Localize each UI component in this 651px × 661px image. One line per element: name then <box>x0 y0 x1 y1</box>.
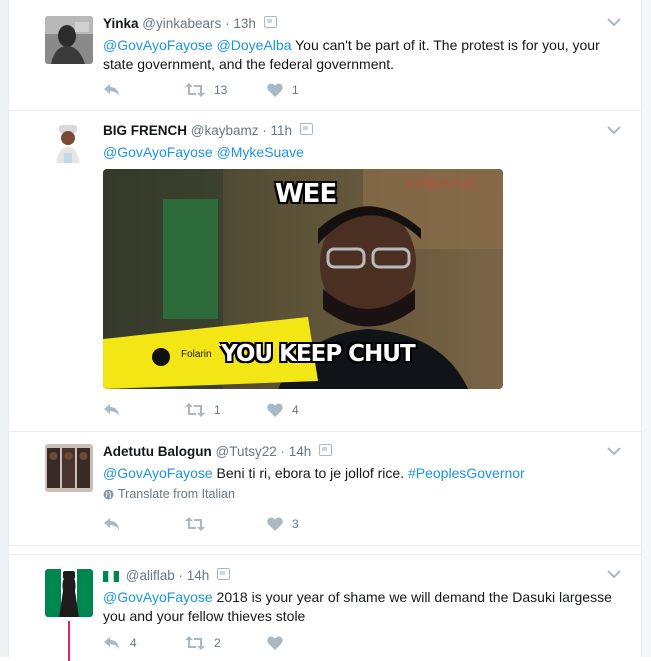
translate-label: Translate from Italian <box>118 487 235 501</box>
reply-count: 4 <box>130 636 137 650</box>
user-handle[interactable]: @yinkabears <box>142 16 221 31</box>
like-icon <box>267 403 283 417</box>
tweet-text: @GovAyoFayose 2018 is your year of shame… <box>103 588 617 626</box>
separator: · <box>280 444 286 459</box>
retweet-button[interactable] <box>185 517 267 531</box>
reply-button[interactable] <box>103 83 185 97</box>
watermark-text: notjustok <box>405 175 477 192</box>
mention-link[interactable]: @DoyeAlba <box>217 37 292 53</box>
meme-top-text: WEE <box>275 179 337 209</box>
globe-icon <box>103 489 114 499</box>
tweet-body: Beni ti ri, ebora to je jollof rice. <box>212 465 408 481</box>
mention-link[interactable]: @GovAyoFayose <box>103 465 213 481</box>
tweet-aliflab[interactable]: @aliflab · 14h @GovAyoFayose 2018 is you… <box>9 554 641 661</box>
like-icon <box>267 83 283 97</box>
separator: · <box>178 568 184 583</box>
tweet-big-french[interactable]: BIG FRENCH @kaybamz · 11h @GovAyoFayose … <box>9 111 641 432</box>
user-handle[interactable]: @aliflab <box>126 568 175 583</box>
retweet-count: 13 <box>214 83 228 97</box>
meme-brand-text: Folarin <box>181 349 212 360</box>
separator: · <box>225 16 230 31</box>
tweet-header: BIG FRENCH @kaybamz · 11h <box>103 122 617 140</box>
user-handle[interactable]: @Tutsy22 <box>216 444 277 459</box>
meme-bottom-text: YOU KEEP CHUT <box>221 341 416 367</box>
like-icon <box>267 636 283 650</box>
avatar[interactable] <box>45 16 93 64</box>
reply-icon <box>104 518 119 530</box>
device-icon <box>217 568 231 580</box>
reply-button[interactable] <box>103 517 185 531</box>
retweet-count: 1 <box>214 403 221 417</box>
thread-line <box>68 621 70 661</box>
reply-icon <box>104 404 119 416</box>
timeline: Yinka @yinkabears · 13h @GovAyoFayose @D… <box>8 0 642 661</box>
like-button[interactable]: 4 <box>267 403 349 417</box>
tweet-actions: 3 <box>103 514 349 534</box>
timestamp[interactable]: 11h <box>271 123 293 138</box>
display-name[interactable]: Yinka <box>103 16 139 31</box>
retweet-icon <box>185 636 205 650</box>
mention-link[interactable]: @GovAyoFayose <box>103 589 213 605</box>
tweet-media-image[interactable]: WEE notjustok Folarin YOU KEEP CHUT <box>103 169 503 389</box>
tweet-text: @GovAyoFayose Beni ti ri, ebora to je jo… <box>103 464 617 483</box>
background-edge-left <box>0 0 8 657</box>
tweet-yinka[interactable]: Yinka @yinkabears · 13h @GovAyoFayose @D… <box>9 0 641 111</box>
tweet-header: @aliflab · 14h <box>103 567 617 585</box>
tweet-actions: 13 1 <box>103 80 349 100</box>
device-icon <box>299 123 313 135</box>
reply-button[interactable]: 4 <box>103 636 185 650</box>
tweet-header: Yinka @yinkabears · 13h <box>103 15 617 33</box>
avatar[interactable] <box>45 569 93 617</box>
timestamp[interactable]: 14h <box>187 568 210 583</box>
display-name[interactable]: BIG FRENCH <box>103 123 187 138</box>
like-button[interactable]: 3 <box>267 517 349 531</box>
reply-icon <box>104 84 119 96</box>
hashtag-link[interactable]: #PeoplesGovernor <box>408 465 525 481</box>
retweet-icon <box>185 517 205 531</box>
like-count: 3 <box>292 517 299 531</box>
reply-button[interactable] <box>103 403 185 417</box>
like-button[interactable] <box>267 636 349 650</box>
retweet-button[interactable]: 1 <box>185 403 267 417</box>
tweet-text: @GovAyoFayose @DoyeAlba You can't be par… <box>103 36 617 74</box>
translate-link[interactable]: Translate from Italian <box>103 487 617 501</box>
like-count: 1 <box>292 83 299 97</box>
retweet-icon <box>185 403 205 417</box>
tweet-text: @GovAyoFayose @MykeSuave <box>103 143 617 162</box>
timestamp[interactable]: 14h <box>289 444 312 459</box>
display-name[interactable]: Adetutu Balogun <box>103 444 212 459</box>
reply-icon <box>104 637 119 649</box>
retweet-button[interactable]: 13 <box>185 83 267 97</box>
retweet-count: 2 <box>214 636 221 650</box>
mention-link[interactable]: @MykeSuave <box>217 144 304 160</box>
avatar[interactable] <box>53 123 83 167</box>
mention-link[interactable]: @GovAyoFayose <box>103 37 213 53</box>
nigeria-flag-icon <box>103 571 119 582</box>
tweet-header: Adetutu Balogun @Tutsy22 · 14h <box>103 443 617 461</box>
device-icon <box>263 16 277 28</box>
mention-link[interactable]: @GovAyoFayose <box>103 144 213 160</box>
tweet-actions: 4 2 <box>103 633 349 653</box>
timestamp[interactable]: 13h <box>233 16 256 31</box>
user-handle[interactable]: @kaybamz <box>191 123 259 138</box>
retweet-icon <box>185 83 205 97</box>
tweet-adetutu-balogun[interactable]: Adetutu Balogun @Tutsy22 · 14h @GovAyoFa… <box>9 432 641 546</box>
like-button[interactable]: 1 <box>267 83 349 97</box>
device-icon <box>319 444 333 456</box>
like-icon <box>267 517 283 531</box>
tweet-actions: 1 4 <box>103 400 349 420</box>
like-count: 4 <box>292 403 299 417</box>
separator: · <box>262 123 267 138</box>
avatar[interactable] <box>45 444 93 492</box>
retweet-button[interactable]: 2 <box>185 636 267 650</box>
